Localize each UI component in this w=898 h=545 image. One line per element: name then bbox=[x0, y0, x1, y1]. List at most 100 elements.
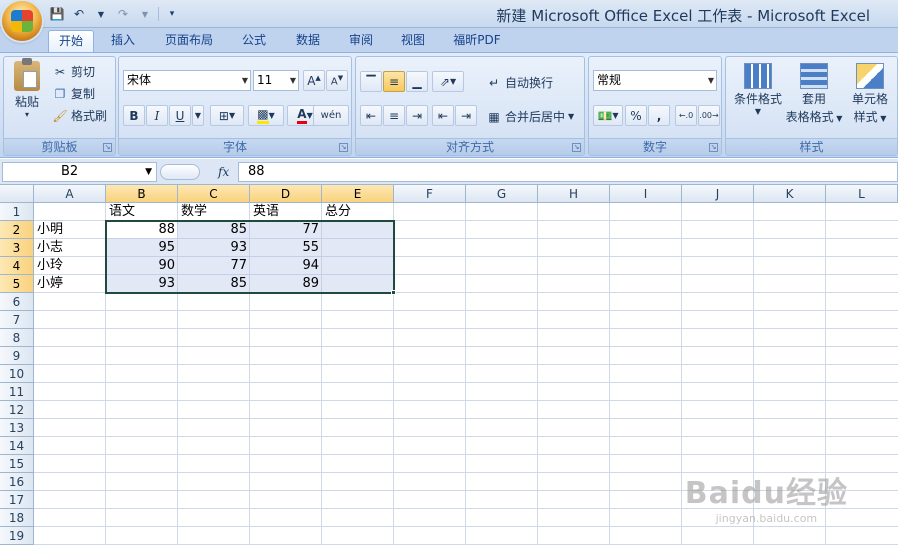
underline-button[interactable]: U bbox=[169, 105, 191, 126]
column-header-b[interactable]: B bbox=[106, 185, 178, 203]
decrease-indent-button[interactable]: ⇤ bbox=[432, 105, 454, 126]
align-right-button[interactable]: ⇥ bbox=[406, 105, 428, 126]
select-all-corner[interactable] bbox=[0, 185, 34, 203]
score-cell[interactable]: 95 bbox=[106, 239, 178, 257]
column-header-j[interactable]: J bbox=[682, 185, 754, 203]
name-cell[interactable]: 小玲 bbox=[34, 257, 106, 275]
merge-center-button[interactable]: ▦ 合并后居中 ▼ bbox=[486, 108, 574, 125]
align-left-button[interactable]: ⇤ bbox=[360, 105, 382, 126]
tab-home[interactable]: 开始 bbox=[48, 30, 94, 52]
orientation-button[interactable]: ⇗ ▼ bbox=[432, 71, 464, 92]
row-header-11[interactable]: 11 bbox=[0, 383, 34, 401]
align-center-button[interactable]: ≡ bbox=[383, 105, 405, 126]
score-cell[interactable]: 93 bbox=[106, 275, 178, 293]
column-header-h[interactable]: H bbox=[538, 185, 610, 203]
column-header-e[interactable]: E bbox=[322, 185, 394, 203]
name-cell[interactable]: 小志 bbox=[34, 239, 106, 257]
column-header-c[interactable]: C bbox=[178, 185, 250, 203]
fill-color-button[interactable]: ▩ ▼ bbox=[248, 105, 284, 126]
tab-foxit-pdf[interactable]: 福昕PDF bbox=[446, 30, 508, 52]
score-cell[interactable]: 77 bbox=[178, 257, 250, 275]
row-header-18[interactable]: 18 bbox=[0, 509, 34, 527]
office-button[interactable] bbox=[2, 1, 42, 41]
score-cell[interactable]: 55 bbox=[250, 239, 322, 257]
customize-qat-icon[interactable]: ▾ bbox=[163, 6, 181, 22]
undo-dropdown-icon[interactable]: ▼ bbox=[92, 6, 110, 22]
cut-button[interactable]: ✂ 剪切 bbox=[52, 63, 95, 80]
header-cell[interactable]: 英语 bbox=[250, 203, 322, 221]
undo-icon[interactable]: ↶ bbox=[70, 6, 88, 22]
save-icon[interactable]: 💾 bbox=[48, 6, 66, 22]
formula-input[interactable]: 88 bbox=[238, 162, 898, 182]
borders-button[interactable]: ⊞ ▼ bbox=[210, 105, 244, 126]
comma-style-button[interactable]: , bbox=[648, 105, 670, 126]
score-cell[interactable]: 88 bbox=[106, 221, 178, 239]
header-cell[interactable]: 总分 bbox=[322, 203, 394, 221]
score-cell[interactable]: 94 bbox=[250, 257, 322, 275]
row-header-6[interactable]: 6 bbox=[0, 293, 34, 311]
redo-dropdown-icon[interactable]: ▼ bbox=[136, 6, 154, 22]
font-launcher-icon[interactable]: ↘ bbox=[339, 143, 348, 152]
column-header-i[interactable]: I bbox=[610, 185, 682, 203]
score-cell[interactable]: 89 bbox=[250, 275, 322, 293]
grow-font-button[interactable]: A▲ bbox=[303, 70, 325, 91]
decrease-decimal-button[interactable]: .00→ bbox=[698, 105, 720, 126]
shrink-font-button[interactable]: A▼ bbox=[326, 70, 348, 91]
row-header-14[interactable]: 14 bbox=[0, 437, 34, 455]
tab-insert[interactable]: 插入 bbox=[102, 30, 144, 52]
score-cell[interactable]: 90 bbox=[106, 257, 178, 275]
score-cell[interactable]: 77 bbox=[250, 221, 322, 239]
font-name-select[interactable]: 宋体 ▼ bbox=[123, 70, 251, 91]
row-header-12[interactable]: 12 bbox=[0, 401, 34, 419]
header-cell[interactable]: 数学 bbox=[178, 203, 250, 221]
row-header-2[interactable]: 2 bbox=[0, 221, 34, 239]
copy-button[interactable]: ❐ 复制 bbox=[52, 85, 95, 102]
column-header-a[interactable]: A bbox=[34, 185, 106, 203]
font-size-select[interactable]: 11 ▼ bbox=[253, 70, 299, 91]
row-header-9[interactable]: 9 bbox=[0, 347, 34, 365]
header-cell[interactable]: 语文 bbox=[106, 203, 178, 221]
score-cell[interactable]: 85 bbox=[178, 275, 250, 293]
row-header-7[interactable]: 7 bbox=[0, 311, 34, 329]
bottom-align-button[interactable]: ▁ bbox=[406, 71, 428, 92]
row-header-19[interactable]: 19 bbox=[0, 527, 34, 545]
score-cell[interactable]: 93 bbox=[178, 239, 250, 257]
underline-dropdown-icon[interactable]: ▼ bbox=[192, 105, 204, 126]
row-header-13[interactable]: 13 bbox=[0, 419, 34, 437]
row-header-4[interactable]: 4 bbox=[0, 257, 34, 275]
bold-button[interactable]: B bbox=[123, 105, 145, 126]
top-align-button[interactable]: ▔ bbox=[360, 71, 382, 92]
column-header-k[interactable]: K bbox=[754, 185, 826, 203]
clipboard-launcher-icon[interactable]: ↘ bbox=[103, 143, 112, 152]
middle-align-button[interactable]: ≡ bbox=[383, 71, 405, 92]
number-launcher-icon[interactable]: ↘ bbox=[709, 143, 718, 152]
row-header-3[interactable]: 3 bbox=[0, 239, 34, 257]
redo-icon[interactable]: ↷ bbox=[114, 6, 132, 22]
column-header-g[interactable]: G bbox=[466, 185, 538, 203]
increase-indent-button[interactable]: ⇥ bbox=[455, 105, 477, 126]
cell-styles-button[interactable]: 单元格 样式 ▼ bbox=[842, 63, 898, 125]
number-format-select[interactable]: 常规 ▼ bbox=[593, 70, 717, 91]
tab-page-layout[interactable]: 页面布局 bbox=[158, 30, 220, 52]
phonetic-button[interactable]: wén bbox=[313, 105, 349, 126]
row-header-17[interactable]: 17 bbox=[0, 491, 34, 509]
conditional-format-button[interactable]: 条件格式 ▼ bbox=[730, 63, 786, 116]
tab-review[interactable]: 审阅 bbox=[340, 30, 382, 52]
row-header-1[interactable]: 1 bbox=[0, 203, 34, 221]
name-cell[interactable]: 小婷 bbox=[34, 275, 106, 293]
tab-data[interactable]: 数据 bbox=[287, 30, 329, 52]
name-box[interactable]: B2 ▼ bbox=[2, 162, 157, 182]
format-painter-button[interactable]: 🖌 格式刷 bbox=[52, 107, 107, 124]
accounting-format-button[interactable]: 💵 ▼ bbox=[593, 105, 623, 126]
column-header-f[interactable]: F bbox=[394, 185, 466, 203]
column-header-d[interactable]: D bbox=[250, 185, 322, 203]
insert-function-icon[interactable]: fx bbox=[218, 165, 229, 179]
name-cell[interactable]: 小明 bbox=[34, 221, 106, 239]
row-header-15[interactable]: 15 bbox=[0, 455, 34, 473]
column-header-l[interactable]: L bbox=[826, 185, 898, 203]
tab-formulas[interactable]: 公式 bbox=[233, 30, 275, 52]
italic-button[interactable]: I bbox=[146, 105, 168, 126]
score-cell[interactable]: 85 bbox=[178, 221, 250, 239]
row-header-8[interactable]: 8 bbox=[0, 329, 34, 347]
wrap-text-button[interactable]: ↵ 自动换行 bbox=[486, 74, 553, 91]
